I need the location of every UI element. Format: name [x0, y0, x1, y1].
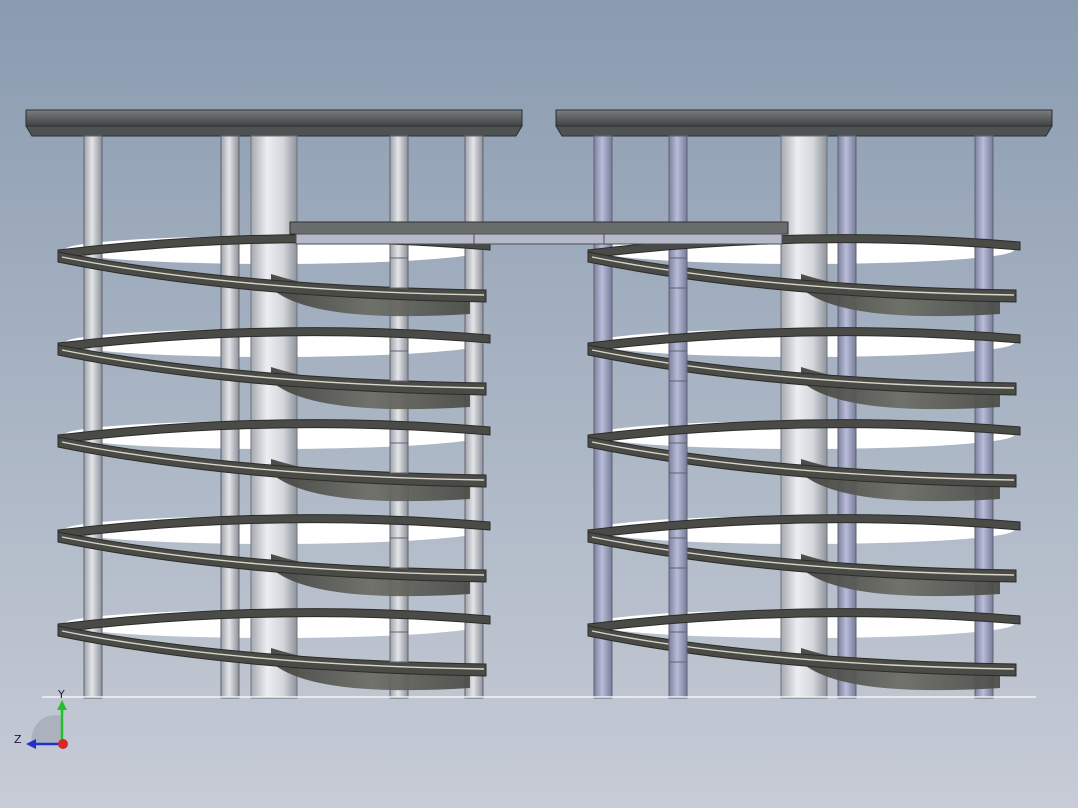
support-post-front-segment: [668, 257, 688, 289]
y-arrowhead-icon: [57, 700, 67, 710]
support-post-front-segment: [389, 257, 409, 289]
support-post: [83, 135, 103, 699]
left-spiral-tower[interactable]: [25, 109, 523, 699]
support-post: [593, 135, 613, 699]
y-axis-label: Y: [57, 688, 65, 701]
support-post-front-segment: [389, 350, 409, 382]
support-post-front-segment: [389, 442, 409, 474]
x-axis-dot-icon: [58, 739, 68, 749]
support-post-front-segment: [389, 537, 409, 569]
connecting-beam[interactable]: [289, 221, 789, 245]
top-plate: [555, 109, 1053, 127]
cad-model-view[interactable]: [0, 0, 1078, 808]
z-axis-label: Z: [14, 733, 22, 746]
support-post-front-segment: [389, 631, 409, 663]
beam-top: [289, 221, 789, 235]
support-post: [668, 135, 688, 699]
support-post-front-segment: [668, 537, 688, 569]
support-post: [464, 135, 484, 699]
z-arrowhead-icon: [26, 739, 36, 749]
beam-flange: [295, 233, 783, 245]
right-spiral-tower[interactable]: [555, 109, 1053, 699]
axis-triad: Y Z: [14, 688, 68, 749]
support-post-front-segment: [668, 631, 688, 663]
top-plate-bevel: [555, 125, 1053, 137]
triad-backplane: [31, 715, 62, 744]
graphics-viewport[interactable]: Y Z: [0, 0, 1078, 808]
support-post-front-segment: [668, 442, 688, 474]
support-post-front-segment: [668, 350, 688, 382]
top-plate-bevel: [25, 125, 523, 137]
top-plate: [25, 109, 523, 127]
